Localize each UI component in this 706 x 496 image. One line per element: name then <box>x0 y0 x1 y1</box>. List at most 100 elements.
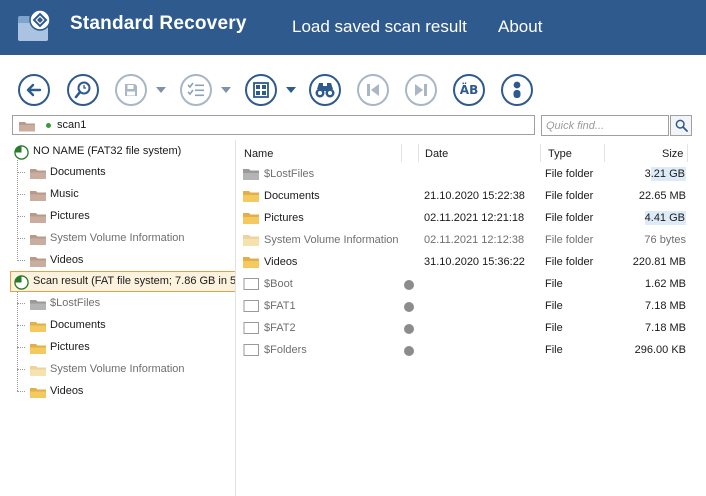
file-name: Videos <box>264 256 298 268</box>
tree-item-music[interactable]: Music <box>0 184 235 206</box>
view-mode-button[interactable] <box>245 74 277 106</box>
file-row[interactable]: $LostFiles File folder 3.21 GB <box>237 164 706 186</box>
file-type: File folder <box>545 168 594 180</box>
file-type: File folder <box>545 234 594 246</box>
tree-item-label: Videos <box>50 385 84 397</box>
file-row[interactable]: Videos 31.10.2020 15:36:22 File folder 2… <box>237 252 706 274</box>
size-highlight: .21 GB <box>650 167 686 181</box>
tree-item-documents[interactable]: Documents <box>0 162 235 184</box>
partition-pie-icon <box>14 275 29 290</box>
tree-item-label: Videos <box>50 254 84 266</box>
tree-connector <box>17 260 25 261</box>
tree-item-label: Music <box>50 188 79 200</box>
path-bar[interactable]: scan1 <box>12 115 535 135</box>
save-dropdown-caret[interactable] <box>156 87 166 93</box>
file-size: 7.18 MB <box>645 300 686 312</box>
column-header-size[interactable]: Size <box>662 148 683 160</box>
file-row[interactable]: Pictures 02.11.2021 12:21:18 File folder… <box>237 208 706 230</box>
status-dot-icon <box>404 324 414 334</box>
file-name: $FAT2 <box>264 322 296 334</box>
column-header-type[interactable]: Type <box>548 148 572 160</box>
save-button[interactable] <box>115 74 147 106</box>
file-name: $FAT1 <box>264 300 296 312</box>
tree-item-no-name[interactable]: NO NAME (FAT32 file system) <box>0 141 235 163</box>
file-size: 4.41 GB <box>644 211 686 225</box>
view-dropdown-caret[interactable] <box>286 87 296 93</box>
tree-connector <box>17 216 25 217</box>
file-row[interactable]: $FAT2 File 7.18 MB <box>237 318 706 340</box>
about-link[interactable]: About <box>498 17 542 37</box>
status-dot-icon <box>404 280 414 290</box>
toolbar: ÄB <box>0 55 706 113</box>
file-row[interactable]: $Boot File 1.62 MB <box>237 274 706 296</box>
folder-icon <box>30 366 46 376</box>
folder-icon <box>19 122 35 132</box>
column-header-name[interactable]: Name <box>244 148 273 160</box>
column-separator[interactable] <box>401 144 402 162</box>
file-row[interactable]: $Folders File 296.00 KB <box>237 340 706 362</box>
file-list-header: Name Date Type Size <box>237 142 706 164</box>
quick-find-field[interactable] <box>541 115 669 136</box>
file-row[interactable]: $FAT1 File 7.18 MB <box>237 296 706 318</box>
status-dot-icon <box>404 302 414 312</box>
select-items-button[interactable] <box>180 74 212 106</box>
column-separator[interactable] <box>540 144 541 162</box>
tree-item-documents[interactable]: Documents <box>0 315 235 337</box>
file-type: File <box>545 322 563 334</box>
tree-connector <box>17 194 25 195</box>
select-dropdown-caret[interactable] <box>221 87 231 93</box>
column-separator[interactable] <box>687 144 688 162</box>
column-separator[interactable] <box>604 144 605 162</box>
partition-pie-icon <box>14 145 29 160</box>
folder-icon <box>243 169 259 180</box>
tree-item-scan-result[interactable]: Scan result (FAT file system; 7.86 GB in… <box>0 271 235 293</box>
load-saved-scan-result-link[interactable]: Load saved scan result <box>292 17 467 37</box>
column-separator[interactable] <box>418 144 419 162</box>
file-name: $LostFiles <box>264 168 315 180</box>
file-date: 21.10.2020 15:22:38 <box>424 190 525 202</box>
file-name: Documents <box>264 190 320 202</box>
charset-ab-icon: ÄB <box>459 83 479 97</box>
file-date: 02.11.2021 12:21:18 <box>424 212 525 224</box>
path-text: scan1 <box>57 119 87 131</box>
view-grid-icon <box>253 82 269 98</box>
back-arrow-icon <box>26 83 42 97</box>
app-header: Standard Recovery Load saved scan result… <box>0 0 706 55</box>
previous-button[interactable] <box>357 74 389 106</box>
file-size: 22.65 MB <box>638 190 686 202</box>
next-icon <box>415 84 427 96</box>
file-row[interactable]: System Volume Information 02.11.2021 12:… <box>237 230 706 252</box>
column-header-date[interactable]: Date <box>425 148 448 160</box>
tree-connector <box>17 303 25 304</box>
tree-connector <box>17 391 25 392</box>
tree-item-label: Pictures <box>50 210 90 222</box>
tree-item-lostfiles[interactable]: $LostFiles <box>0 293 235 315</box>
file-icon <box>243 322 259 334</box>
file-name: $Folders <box>264 344 307 356</box>
tree-item-system-volume-information[interactable]: System Volume Information <box>0 359 235 381</box>
file-row[interactable]: Documents 21.10.2020 15:22:38 File folde… <box>237 186 706 208</box>
info-button[interactable] <box>501 74 533 106</box>
tree-item-system-volume-information[interactable]: System Volume Information <box>0 228 235 250</box>
search-button[interactable] <box>670 115 692 136</box>
scan-status-dot <box>46 123 51 128</box>
file-size: 76 bytes <box>644 234 686 246</box>
tree-item-videos[interactable]: Videos <box>0 250 235 272</box>
file-size: 7.18 MB <box>645 322 686 334</box>
file-size: 220.81 MB <box>632 256 686 268</box>
tree-item-label: Pictures <box>50 341 90 353</box>
binoculars-icon <box>315 83 335 98</box>
charset-button[interactable]: ÄB <box>453 74 485 106</box>
quick-find-input[interactable] <box>542 116 668 135</box>
file-size: 3.21 GB <box>645 167 686 181</box>
tree-item-videos[interactable]: Videos <box>0 381 235 403</box>
scan-button[interactable] <box>67 74 99 106</box>
next-button[interactable] <box>405 74 437 106</box>
tree-item-pictures[interactable]: Pictures <box>0 206 235 228</box>
tree-item-pictures[interactable]: Pictures <box>0 337 235 359</box>
find-button[interactable] <box>309 74 341 106</box>
back-button[interactable] <box>18 74 50 106</box>
tree-item-label: System Volume Information <box>50 363 185 375</box>
previous-icon <box>367 84 379 96</box>
folder-icon <box>243 235 259 246</box>
